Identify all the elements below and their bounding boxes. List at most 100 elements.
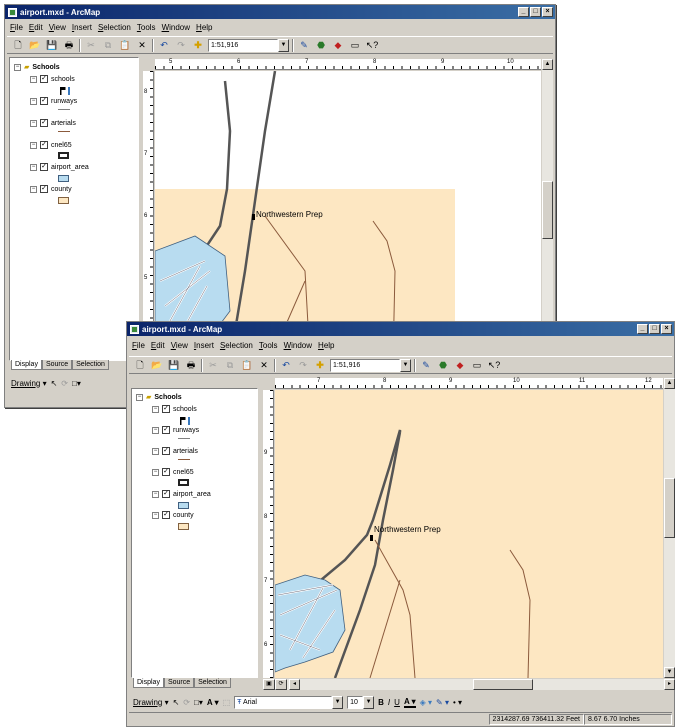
save-icon[interactable]: 💾 bbox=[167, 358, 181, 372]
toc-layer-arterials[interactable]: − ✓ arterials bbox=[30, 119, 76, 127]
copy-icon[interactable]: ⧉ bbox=[223, 358, 237, 372]
redo-icon[interactable]: ↷ bbox=[174, 38, 188, 52]
scroll-thumb[interactable] bbox=[473, 679, 533, 690]
rotate-icon[interactable]: ⟳ bbox=[183, 698, 190, 707]
underline-icon[interactable]: U bbox=[394, 698, 400, 707]
menu-insert[interactable]: Insert bbox=[72, 23, 92, 32]
menu-edit[interactable]: Edit bbox=[151, 341, 165, 350]
maximize-button[interactable]: □ bbox=[649, 324, 660, 334]
editor-icon[interactable]: ✎ bbox=[419, 358, 433, 372]
redo-icon[interactable]: ↷ bbox=[296, 358, 310, 372]
save-icon[interactable]: 💾 bbox=[45, 38, 59, 52]
toc-layer-airport-area[interactable]: − ✓ airport_area bbox=[30, 163, 89, 171]
scroll-up-arrow-icon[interactable]: ▲ bbox=[542, 59, 553, 70]
menu-view[interactable]: View bbox=[171, 341, 188, 350]
menu-insert[interactable]: Insert bbox=[194, 341, 214, 350]
menu-help[interactable]: Help bbox=[318, 341, 334, 350]
collapse-icon[interactable]: − bbox=[30, 141, 37, 149]
scroll-thumb[interactable] bbox=[542, 181, 553, 239]
tab-display[interactable]: Display bbox=[133, 678, 164, 688]
map-scale-value[interactable]: 1:51,916 bbox=[208, 38, 278, 52]
new-text-icon[interactable]: A ▾ bbox=[207, 698, 219, 707]
tab-source[interactable]: Source bbox=[163, 678, 195, 688]
command-line-icon[interactable]: ▭ bbox=[348, 38, 362, 52]
maximize-button[interactable]: □ bbox=[530, 7, 541, 17]
cut-icon[interactable]: ✂ bbox=[206, 358, 220, 372]
scroll-right-arrow-icon[interactable]: ▸ bbox=[664, 679, 675, 690]
toc-layer-arterials[interactable]: − ✓ arterials bbox=[152, 447, 198, 455]
menu-help[interactable]: Help bbox=[196, 23, 212, 32]
whats-this-help-icon[interactable]: ↖? bbox=[365, 38, 379, 52]
toc-layer-county[interactable]: − ✓ county bbox=[152, 511, 194, 519]
back-title-bar[interactable]: airport.mxd - ArcMap _ □ × bbox=[5, 5, 555, 19]
layer-visibility-checkbox[interactable]: ✓ bbox=[162, 447, 170, 455]
add-data-icon[interactable]: ✚ bbox=[313, 358, 327, 372]
front-map-layout-view[interactable]: Northwestern Prep bbox=[275, 390, 663, 678]
map-scale-combo[interactable]: 1:51,916 ▼ bbox=[208, 38, 289, 52]
editor-icon[interactable]: ✎ bbox=[297, 38, 311, 52]
bold-icon[interactable]: B bbox=[378, 698, 384, 707]
marker-color-icon[interactable]: • ▾ bbox=[453, 698, 462, 707]
front-horizontal-scrollbar[interactable]: ▣ ⟳ ◂ ▸ bbox=[263, 679, 675, 690]
front-vertical-scrollbar[interactable]: ▲ ▼ bbox=[664, 378, 675, 678]
minimize-button[interactable]: _ bbox=[637, 324, 648, 334]
toc-layer-runways[interactable]: − ✓ runways bbox=[30, 97, 77, 105]
drawing-menu[interactable]: Drawing ▾ bbox=[133, 698, 169, 707]
callout-icon[interactable]: ⬚ bbox=[223, 698, 231, 707]
menu-file[interactable]: File bbox=[132, 341, 145, 350]
collapse-icon[interactable]: − bbox=[30, 97, 37, 105]
rectangle-icon[interactable]: □▾ bbox=[194, 698, 203, 707]
refresh-icon[interactable]: ⟳ bbox=[275, 679, 287, 690]
print-icon[interactable]: 🖶 bbox=[184, 358, 198, 372]
collapse-icon[interactable]: − bbox=[30, 119, 37, 127]
chevron-down-icon[interactable]: ▼ bbox=[363, 695, 375, 709]
collapse-icon[interactable]: − bbox=[152, 468, 159, 476]
undo-icon[interactable]: ↶ bbox=[279, 358, 293, 372]
close-button[interactable]: × bbox=[542, 7, 553, 17]
select-elements-icon[interactable]: ↖ bbox=[173, 698, 180, 707]
scroll-left-arrow-icon[interactable]: ◂ bbox=[289, 679, 300, 690]
toc-layer-schools[interactable]: − ✓ schools bbox=[152, 405, 197, 413]
chevron-down-icon[interactable]: ▼ bbox=[400, 358, 411, 372]
menu-selection[interactable]: Selection bbox=[220, 341, 253, 350]
collapse-icon[interactable]: − bbox=[152, 405, 159, 413]
menu-edit[interactable]: Edit bbox=[29, 23, 43, 32]
scroll-thumb[interactable] bbox=[664, 478, 675, 538]
back-map-layout-view[interactable]: Northwestern Prep bbox=[155, 71, 541, 361]
toc-layer-cnel65[interactable]: − ✓ cnel65 bbox=[152, 468, 194, 476]
tab-selection[interactable]: Selection bbox=[194, 678, 231, 688]
layer-visibility-checkbox[interactable]: ✓ bbox=[40, 75, 48, 83]
rotate-icon[interactable]: ⟳ bbox=[61, 379, 68, 388]
front-title-bar[interactable]: airport.mxd - ArcMap _ □ × bbox=[127, 322, 674, 336]
collapse-icon[interactable]: − bbox=[152, 447, 159, 455]
layout-view-icon[interactable]: ▣ bbox=[263, 679, 275, 690]
layer-visibility-checkbox[interactable]: ✓ bbox=[40, 185, 48, 193]
layer-visibility-checkbox[interactable]: ✓ bbox=[162, 511, 170, 519]
menu-file[interactable]: File bbox=[10, 23, 23, 32]
tab-display[interactable]: Display bbox=[11, 360, 42, 370]
open-folder-icon[interactable]: 📂 bbox=[150, 358, 164, 372]
layer-visibility-checkbox[interactable]: ✓ bbox=[162, 405, 170, 413]
layer-visibility-checkbox[interactable]: ✓ bbox=[40, 163, 48, 171]
font-name-value[interactable]: Ŧ Arial bbox=[234, 695, 333, 709]
collapse-icon[interactable]: − bbox=[152, 511, 159, 519]
paste-icon[interactable]: 📋 bbox=[240, 358, 254, 372]
collapse-icon[interactable]: − bbox=[152, 490, 159, 498]
chevron-down-icon[interactable]: ▼ bbox=[332, 695, 344, 709]
cut-icon[interactable]: ✂ bbox=[84, 38, 98, 52]
collapse-icon[interactable]: − bbox=[30, 75, 37, 83]
add-data-icon[interactable]: ✚ bbox=[191, 38, 205, 52]
menu-tools[interactable]: Tools bbox=[137, 23, 156, 32]
layer-visibility-checkbox[interactable]: ✓ bbox=[162, 426, 170, 434]
delete-icon[interactable]: ✕ bbox=[135, 38, 149, 52]
whats-this-help-icon[interactable]: ↖? bbox=[487, 358, 501, 372]
italic-icon[interactable]: I bbox=[388, 698, 390, 707]
print-icon[interactable]: 🖶 bbox=[62, 38, 76, 52]
menu-selection[interactable]: Selection bbox=[98, 23, 131, 32]
command-line-icon[interactable]: ▭ bbox=[470, 358, 484, 372]
chevron-down-icon[interactable]: ▼ bbox=[278, 38, 289, 52]
map-scale-combo[interactable]: 1:51,916 ▼ bbox=[330, 358, 411, 372]
scroll-down-arrow-icon[interactable]: ▼ bbox=[664, 667, 675, 678]
layer-visibility-checkbox[interactable]: ✓ bbox=[40, 141, 48, 149]
fill-color-icon[interactable]: ◈ ▾ bbox=[420, 698, 432, 707]
